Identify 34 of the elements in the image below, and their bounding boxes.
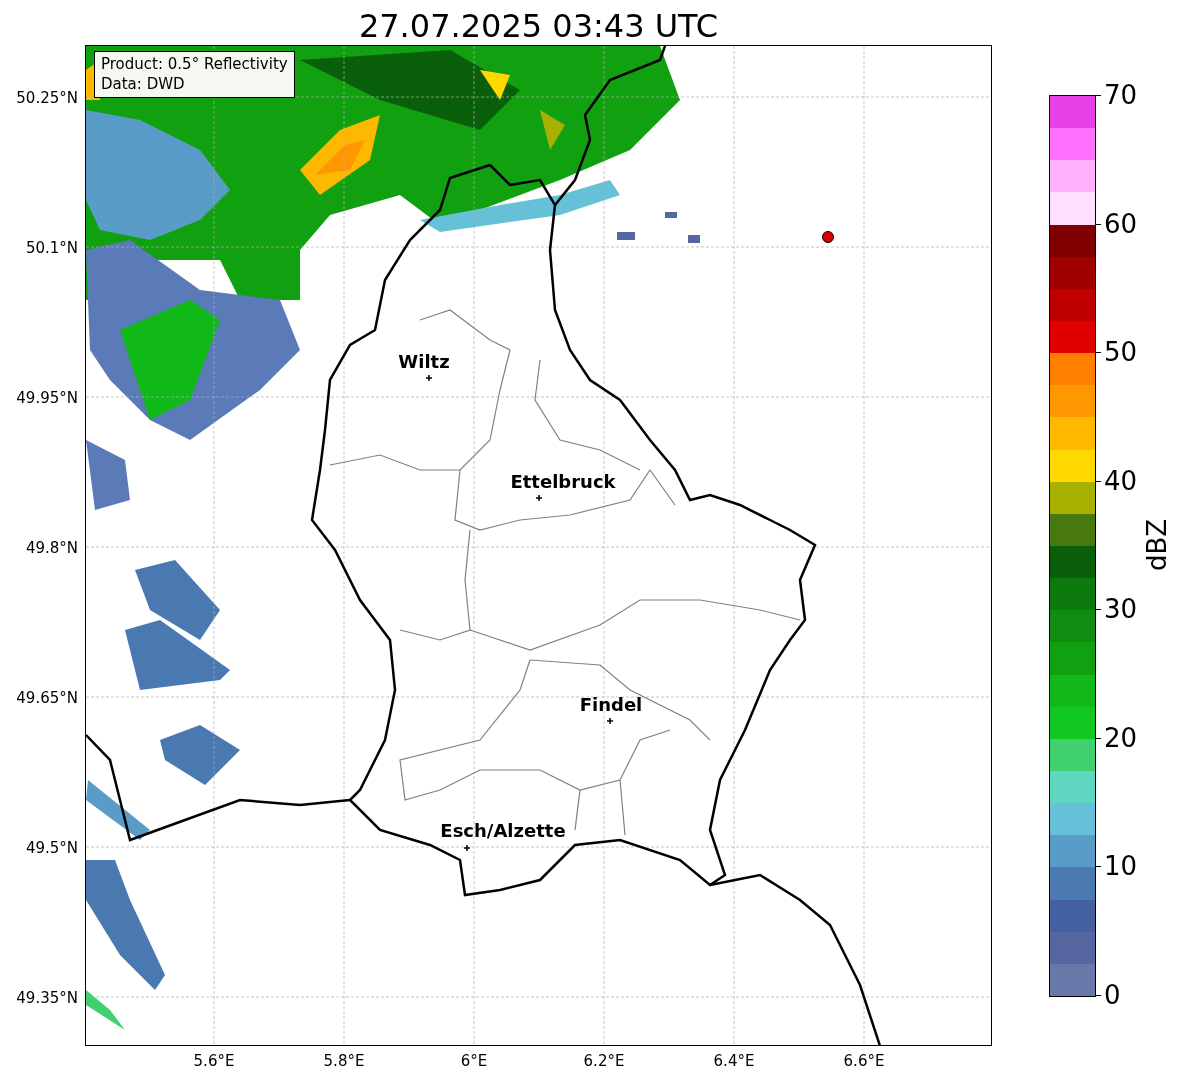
colorbar-tick-label: 60 bbox=[1104, 208, 1138, 239]
latitude-tick-label: 50.25°N bbox=[16, 89, 78, 107]
info-text: Product: 0.5° Reflectivity bbox=[101, 54, 288, 74]
latitude-tick-label: 49.5°N bbox=[25, 839, 78, 857]
city-label: Findel bbox=[579, 694, 643, 715]
city-label: Wiltz bbox=[398, 351, 450, 372]
longitude-tick-label: 6°E bbox=[460, 1052, 488, 1070]
city-marker-icon bbox=[606, 717, 614, 725]
city-marker-icon bbox=[463, 844, 471, 852]
info-text: Data: DWD bbox=[101, 74, 186, 94]
city-label: Esch/Alzette bbox=[440, 820, 566, 841]
latitude-tick-label: 50.1°N bbox=[25, 239, 78, 257]
latitude-tick-label: 49.95°N bbox=[16, 389, 78, 407]
colorbar-label: dBZ bbox=[1142, 518, 1172, 572]
colorbar-tick-label: 20 bbox=[1104, 722, 1138, 753]
longitude-tick-label: 6.4°E bbox=[713, 1052, 755, 1070]
latitude-tick-label: 49.35°N bbox=[16, 989, 78, 1007]
longitude-tick-label: 5.8°E bbox=[323, 1052, 365, 1070]
city-label: Ettelbruck bbox=[510, 471, 616, 492]
longitude-tick-label: 6.2°E bbox=[583, 1052, 625, 1070]
chart-title: 27.07.2025 03:43 UTC bbox=[357, 6, 720, 45]
longitude-tick-label: 5.6°E bbox=[193, 1052, 235, 1070]
longitude-tick-label: 6.6°E bbox=[843, 1052, 885, 1070]
latitude-tick-label: 49.65°N bbox=[16, 689, 78, 707]
colorbar-tick-label: 40 bbox=[1104, 465, 1138, 496]
latitude-tick-label: 49.8°N bbox=[25, 539, 78, 557]
colorbar-tick-label: 50 bbox=[1104, 337, 1138, 368]
colorbar-tick-label: 10 bbox=[1104, 851, 1138, 882]
location-marker-icon bbox=[822, 231, 834, 243]
colorbar-tick-label: 30 bbox=[1104, 594, 1138, 625]
city-marker-icon bbox=[425, 374, 433, 382]
colorbar-tick-label: 70 bbox=[1104, 80, 1138, 110]
city-marker-icon bbox=[535, 494, 543, 502]
colorbar-tick-label: 0 bbox=[1104, 980, 1121, 1010]
